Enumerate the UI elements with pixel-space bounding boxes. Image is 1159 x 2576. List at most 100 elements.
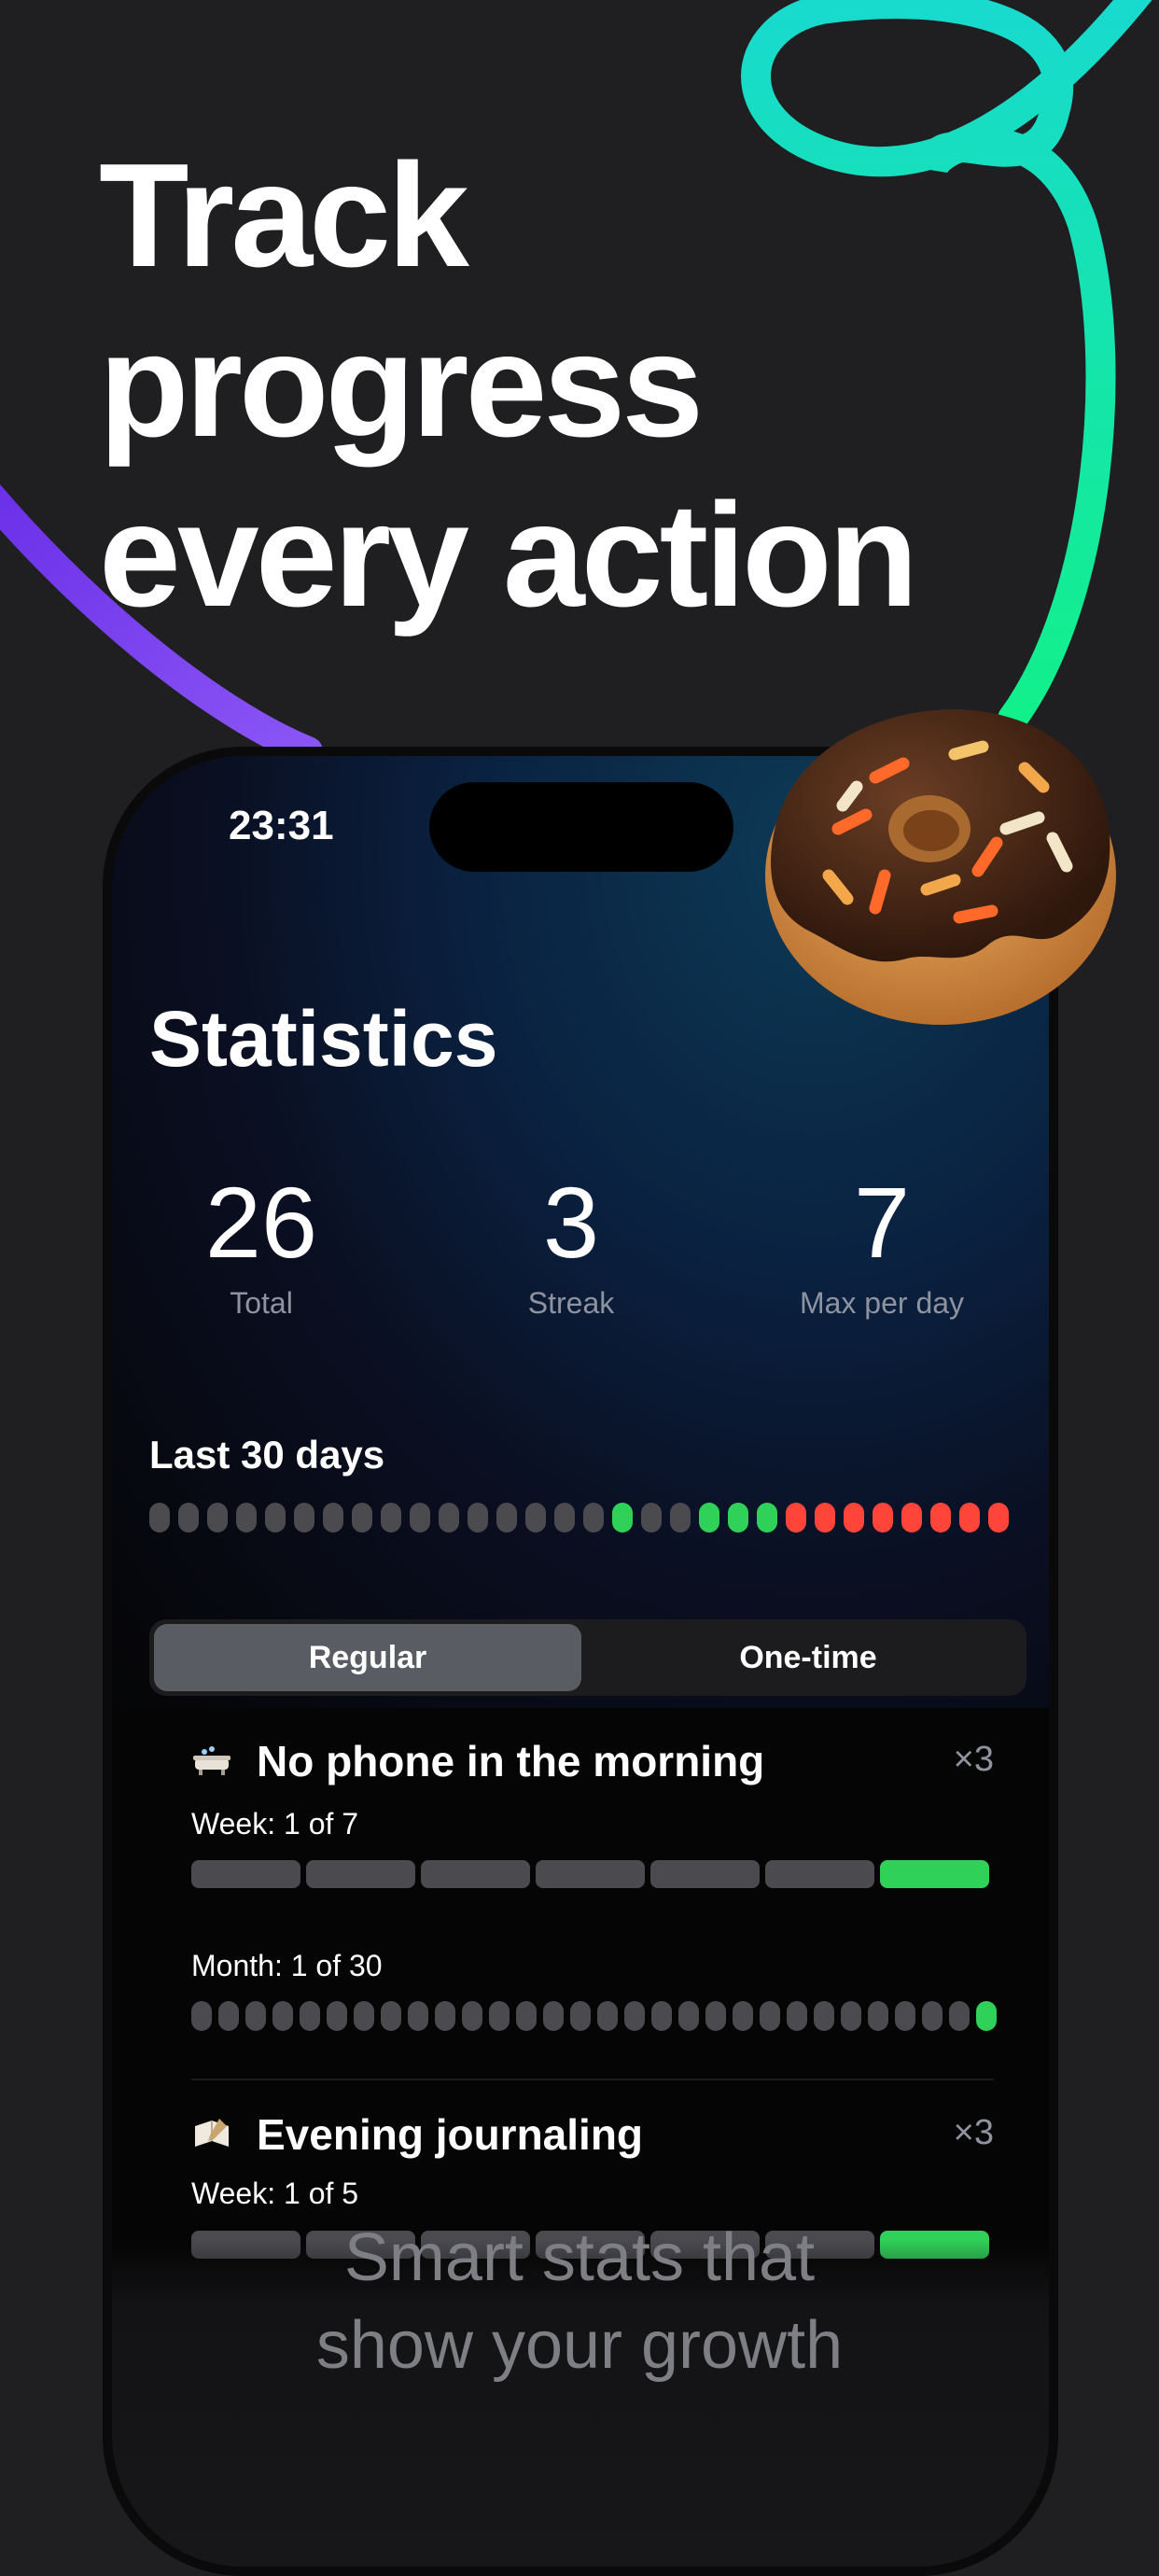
divider bbox=[191, 2079, 994, 2080]
stat-total-value: 26 bbox=[204, 1166, 318, 1279]
month-dot-empty bbox=[272, 2001, 293, 2031]
day-dot-empty bbox=[149, 1503, 170, 1533]
segment-one-time[interactable]: One-time bbox=[594, 1624, 1022, 1691]
month-dot-empty bbox=[300, 2001, 320, 2031]
month-dot-empty bbox=[354, 2001, 374, 2031]
day-dot-empty bbox=[496, 1503, 517, 1533]
stat-total-label: Total bbox=[230, 1286, 293, 1320]
day-dot-empty bbox=[670, 1503, 691, 1533]
month-dot-empty bbox=[868, 2001, 888, 2031]
day-dot-empty bbox=[265, 1503, 286, 1533]
day-dot-green bbox=[728, 1503, 748, 1533]
day-dot-green bbox=[699, 1503, 719, 1533]
month-dot-empty bbox=[408, 2001, 428, 2031]
day-dot-green bbox=[757, 1503, 777, 1533]
last-30-days-label: Last 30 days bbox=[149, 1433, 385, 1477]
habit-name: No phone in the morning bbox=[257, 1737, 765, 1785]
journal-icon bbox=[195, 2119, 229, 2147]
week-progress-label: Week: 1 of 5 bbox=[191, 2177, 359, 2210]
week-bar-filled bbox=[880, 1860, 989, 1888]
week-bar-empty bbox=[536, 1860, 645, 1888]
week-bar-empty bbox=[765, 1860, 874, 1888]
month-dot-empty bbox=[570, 2001, 591, 2031]
month-dot-empty bbox=[462, 2001, 482, 2031]
day-dot-empty bbox=[583, 1503, 604, 1533]
day-dot-red bbox=[959, 1503, 980, 1533]
month-dot-empty bbox=[624, 2001, 645, 2031]
day-dot-empty bbox=[410, 1503, 430, 1533]
day-dot-empty bbox=[236, 1503, 257, 1533]
day-dot-green bbox=[612, 1503, 633, 1533]
month-dot-empty bbox=[218, 2001, 239, 2031]
month-dot-empty bbox=[733, 2001, 753, 2031]
month-dot-filled bbox=[976, 2001, 997, 2031]
dynamic-island bbox=[429, 782, 733, 872]
week-bar-empty bbox=[421, 1860, 530, 1888]
day-dot-empty bbox=[207, 1503, 228, 1533]
day-dot-red bbox=[844, 1503, 864, 1533]
day-dot-red bbox=[786, 1503, 806, 1533]
week-bar-empty bbox=[191, 1860, 300, 1888]
month-dot-empty bbox=[895, 2001, 915, 2031]
habit-card[interactable]: No phone in the morning ×3 Week: 1 of 7 … bbox=[191, 1736, 997, 2072]
week-progress-bars bbox=[191, 1860, 989, 1888]
month-dot-empty bbox=[922, 2001, 943, 2031]
month-progress-label: Month: 1 of 30 bbox=[191, 1949, 383, 1982]
day-dot-red bbox=[988, 1503, 1009, 1533]
month-dot-empty bbox=[543, 2001, 564, 2031]
stat-max-label: Max per day bbox=[799, 1286, 965, 1320]
month-dot-empty bbox=[435, 2001, 455, 2031]
day-dot-empty bbox=[381, 1503, 401, 1533]
month-dot-empty bbox=[381, 2001, 401, 2031]
habit-multiplier: ×3 bbox=[953, 2113, 994, 2152]
headline: Track progress every action bbox=[99, 131, 918, 640]
month-dot-empty bbox=[949, 2001, 970, 2031]
month-dot-empty bbox=[597, 2001, 618, 2031]
month-dot-empty bbox=[841, 2001, 861, 2031]
stat-max-per-day: 7 Max per day bbox=[733, 1167, 1031, 1321]
month-progress-dots bbox=[191, 2001, 997, 2031]
caption-line-1: Smart stats that bbox=[343, 2220, 816, 2295]
day-dot-empty bbox=[641, 1503, 662, 1533]
stat-streak: 3 Streak bbox=[422, 1167, 720, 1321]
day-dot-empty bbox=[294, 1503, 314, 1533]
stat-streak-label: Streak bbox=[527, 1286, 615, 1320]
stat-streak-value: 3 bbox=[542, 1166, 600, 1279]
day-dot-empty bbox=[468, 1503, 488, 1533]
headline-line-1: Track bbox=[99, 133, 469, 298]
month-dot-empty bbox=[191, 2001, 212, 2031]
day-dot-empty bbox=[439, 1503, 459, 1533]
day-dot-red bbox=[873, 1503, 893, 1533]
day-dot-red bbox=[901, 1503, 922, 1533]
month-dot-empty bbox=[814, 2001, 834, 2031]
donut-illustration bbox=[765, 708, 1116, 1025]
month-dot-empty bbox=[787, 2001, 807, 2031]
habit-name: Evening journaling bbox=[257, 2110, 644, 2159]
month-dot-empty bbox=[678, 2001, 699, 2031]
habit-multiplier: ×3 bbox=[953, 1740, 994, 1779]
day-dot-empty bbox=[525, 1503, 546, 1533]
headline-line-2: progress bbox=[99, 303, 704, 468]
day-dot-red bbox=[815, 1503, 835, 1533]
month-dot-empty bbox=[489, 2001, 510, 2031]
month-dot-empty bbox=[327, 2001, 347, 2031]
month-dot-empty bbox=[651, 2001, 672, 2031]
stat-total: 26 Total bbox=[112, 1167, 411, 1321]
segmented-control: Regular One-time bbox=[149, 1619, 1026, 1696]
day-dot-empty bbox=[323, 1503, 343, 1533]
day-dot-empty bbox=[554, 1503, 575, 1533]
caption: Smart stats that show your growth bbox=[0, 2214, 1159, 2389]
day-dot-empty bbox=[178, 1503, 199, 1533]
segment-regular[interactable]: Regular bbox=[154, 1624, 581, 1691]
day-dot-empty bbox=[352, 1503, 372, 1533]
month-dot-empty bbox=[516, 2001, 537, 2031]
caption-line-2: show your growth bbox=[315, 2308, 844, 2383]
last-30-days-dots bbox=[149, 1503, 1009, 1533]
headline-line-3: every action bbox=[99, 473, 918, 637]
week-progress-label: Week: 1 of 7 bbox=[191, 1807, 359, 1841]
week-bar-empty bbox=[650, 1860, 760, 1888]
status-time: 23:31 bbox=[229, 803, 334, 848]
page-title: Statistics bbox=[149, 995, 498, 1083]
bathtub-icon bbox=[193, 1746, 230, 1775]
day-dot-red bbox=[930, 1503, 951, 1533]
